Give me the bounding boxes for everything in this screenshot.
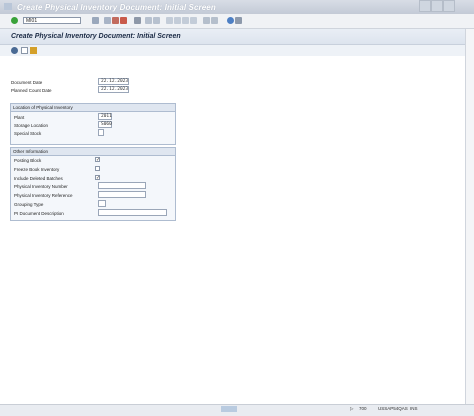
cancel-icon[interactable] — [120, 17, 127, 24]
plant-label: Plant — [14, 115, 25, 120]
batch-input-icon[interactable] — [30, 47, 37, 54]
planned-count-date-label: Planned Count Date — [11, 88, 52, 93]
right-side-panel — [465, 29, 474, 415]
document-icon[interactable] — [21, 47, 28, 54]
storage-location-field[interactable]: S060 — [98, 121, 112, 128]
window-title-bar: Create Physical Inventory Document: Init… — [0, 0, 474, 14]
document-date-label: Document Date — [11, 80, 43, 85]
sap-logo-icon — [4, 3, 12, 10]
enter-icon[interactable] — [11, 17, 18, 24]
find-next-icon[interactable] — [153, 17, 160, 24]
grouping-type-label: Grouping Type — [14, 202, 44, 207]
window-title: Create Physical Inventory Document: Init… — [17, 3, 216, 12]
document-date-field[interactable]: 22.12.2023 — [98, 78, 129, 85]
previous-page-icon[interactable] — [174, 17, 181, 24]
pi-document-description-label: PI Document Description — [14, 211, 64, 216]
status-play-icon[interactable]: ▷ — [350, 406, 353, 412]
save-icon[interactable] — [92, 17, 99, 24]
find-icon[interactable] — [145, 17, 152, 24]
back-icon[interactable] — [104, 17, 111, 24]
grouping-type-field[interactable] — [98, 200, 106, 207]
include-deleted-batches-checkbox[interactable]: ✓ — [95, 175, 100, 181]
status-system: USSAP54QAS — [378, 406, 408, 411]
settings-icon[interactable] — [11, 47, 18, 54]
freeze-book-inventory-label: Freeze Book Inventory — [14, 167, 60, 172]
physical-inventory-number-label: Physical Inventory Number — [14, 184, 68, 189]
last-page-icon[interactable] — [190, 17, 197, 24]
posting-block-checkbox[interactable]: ✓ — [95, 157, 100, 163]
next-page-icon[interactable] — [182, 17, 189, 24]
include-deleted-batches-label: Include Deleted Batches — [14, 176, 63, 181]
special-stock-field[interactable] — [98, 129, 104, 136]
status-client: 700 — [359, 406, 367, 411]
first-page-icon[interactable] — [166, 17, 173, 24]
posting-block-label: Posting Block — [14, 158, 42, 163]
sap-logo-status-icon — [221, 406, 237, 412]
minimize-button[interactable] — [419, 0, 431, 12]
special-stock-label: Special Stock — [14, 131, 42, 136]
status-mode: INS — [410, 406, 418, 411]
other-information-title: Other Information — [11, 148, 175, 156]
new-session-icon[interactable] — [203, 17, 210, 24]
pi-document-description-field[interactable] — [98, 209, 167, 216]
physical-inventory-reference-field[interactable] — [98, 191, 146, 198]
help-icon[interactable] — [227, 17, 234, 24]
page-title: Create Physical Inventory Document: Init… — [11, 33, 181, 40]
maximize-button[interactable] — [431, 0, 443, 12]
exit-icon[interactable] — [112, 17, 119, 24]
layout-menu-icon[interactable] — [235, 17, 242, 24]
planned-count-date-field[interactable]: 22.12.2023 — [98, 86, 129, 93]
storage-location-label: Storage Location — [14, 123, 49, 128]
application-toolbar — [0, 45, 465, 56]
shortcut-icon[interactable] — [211, 17, 218, 24]
screen-title-area: Create Physical Inventory Document: Init… — [0, 29, 465, 45]
physical-inventory-reference-label: Physical Inventory Reference — [14, 193, 73, 198]
freeze-book-inventory-checkbox[interactable] — [95, 166, 100, 171]
close-button[interactable] — [443, 0, 455, 12]
plant-field[interactable]: 2011 — [98, 113, 112, 120]
physical-inventory-number-field[interactable] — [98, 182, 146, 189]
location-group-title: Location of Physical Inventory — [11, 104, 175, 112]
command-field[interactable]: MI01 — [23, 17, 81, 24]
print-icon[interactable] — [134, 17, 141, 24]
